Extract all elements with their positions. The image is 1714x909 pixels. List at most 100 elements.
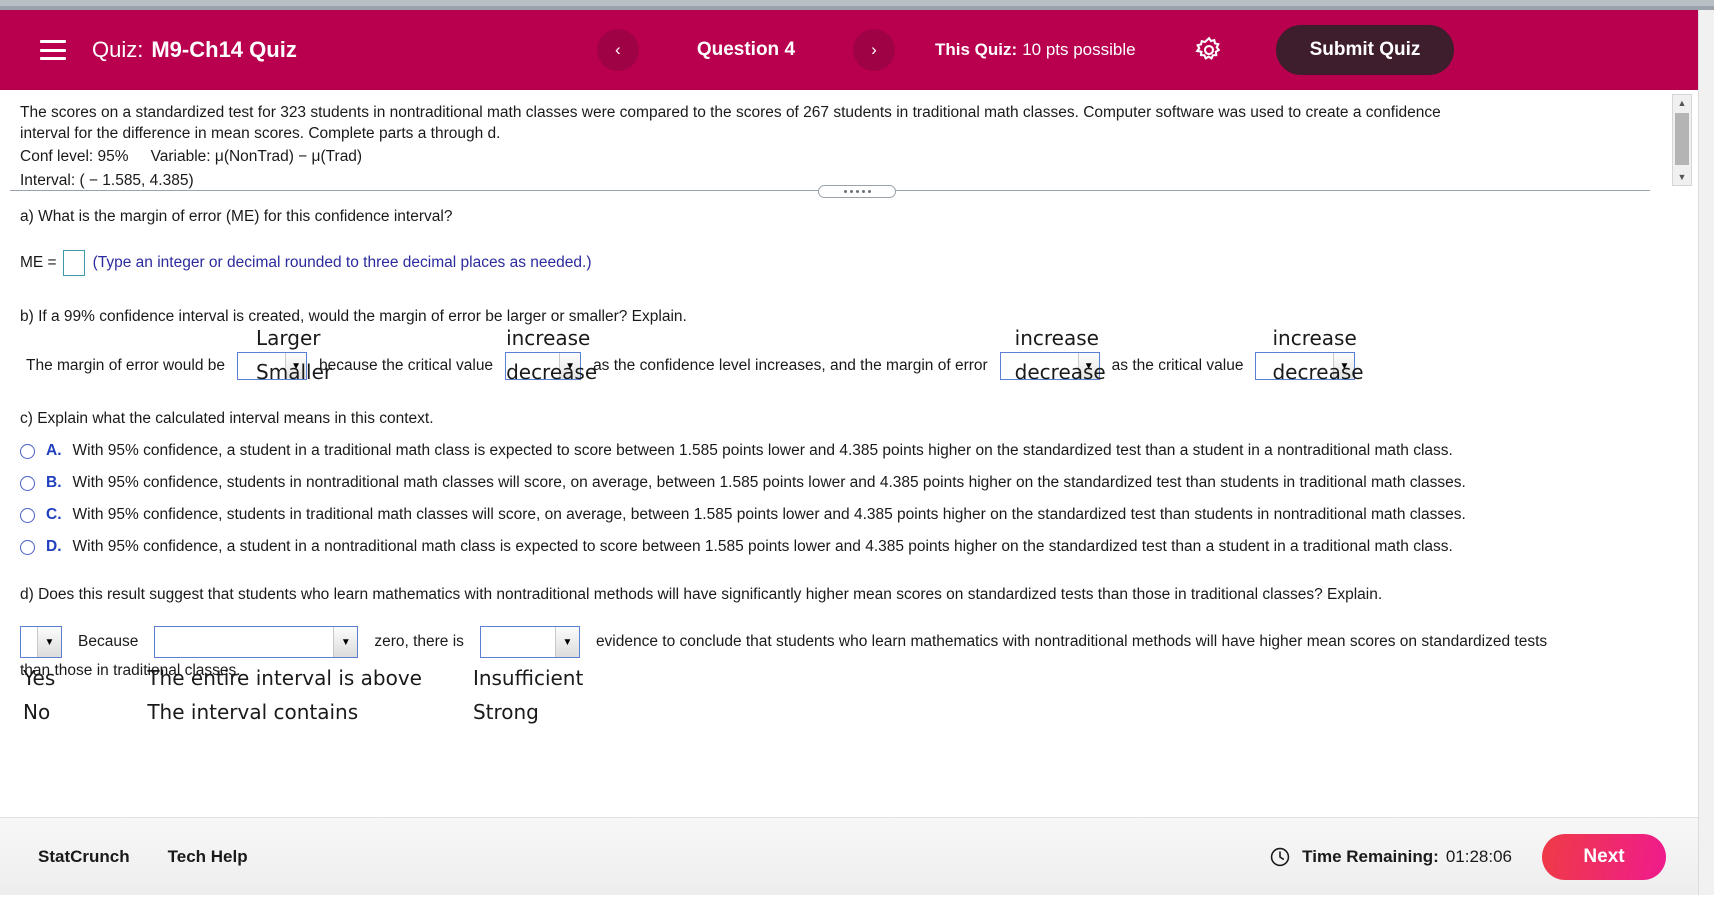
part-b-dropdown-1[interactable]: ▼ Larger Smaller	[237, 326, 332, 384]
part-d-dropdown-3-option-1[interactable]: Strong	[473, 695, 583, 729]
choice-c[interactable]: C. With 95% confidence, students in trad…	[20, 506, 1640, 524]
choice-d-text: With 95% confidence, a student in a nont…	[72, 538, 1453, 555]
part-b-dropdown-2-value	[506, 353, 559, 379]
stem-scroll-thumb[interactable]	[1675, 113, 1689, 165]
chevron-down-icon: ▼	[1333, 353, 1355, 379]
footer-right-group: Time Remaining: 01:28:06 Next	[1269, 833, 1666, 880]
part-d-dropdown-2[interactable]: ▼ The entire interval is above The inter…	[147, 626, 422, 724]
choice-a-letter: A.	[46, 442, 62, 459]
question-body: a) What is the margin of error (ME) for …	[0, 198, 1660, 724]
stem-conf-variable: Conf level: 95% Variable: μ(NonTrad) − μ(…	[20, 146, 1640, 167]
me-label: ME =	[20, 254, 57, 271]
window-bottom-strip	[0, 895, 1714, 909]
choice-a[interactable]: A. With 95% confidence, a student in a t…	[20, 442, 1640, 460]
chevron-down-icon: ▼	[554, 627, 579, 657]
stem-conf-level: Conf level: 95%	[20, 148, 129, 165]
part-c-prompt: c) Explain what the calculated interval …	[20, 410, 434, 427]
part-b-dropdown-1-value	[238, 353, 285, 379]
stem-scroll-up-arrow[interactable]: ▲	[1673, 95, 1691, 111]
previous-question-button[interactable]: ‹	[596, 29, 639, 71]
radio-icon[interactable]	[20, 444, 35, 459]
stem-line-1: The scores on a standardized test for 32…	[20, 104, 1441, 121]
choice-b-letter: B.	[46, 474, 62, 491]
part-b-dropdown-1-option-0[interactable]: Larger	[256, 321, 332, 355]
quiz-title: Quiz: M9-Ch14 Quiz	[92, 37, 297, 63]
submit-quiz-button[interactable]: Submit Quiz	[1275, 25, 1455, 75]
choice-b-text: With 95% confidence, students in nontrad…	[72, 474, 1466, 491]
part-b-dropdown-4-option-0[interactable]: increase	[1272, 321, 1363, 355]
chevron-down-icon: ▼	[333, 627, 358, 657]
choice-b[interactable]: B. With 95% confidence, students in nont…	[20, 474, 1640, 492]
part-b-text-2: because the critical value	[319, 357, 494, 374]
part-d-dropdown-3-value	[481, 627, 555, 657]
part-b-text-3: as the confidence level increases, and t…	[593, 357, 988, 374]
choice-d-letter: D.	[46, 538, 62, 555]
part-d-dropdown-2-value	[155, 627, 333, 657]
window-top-strip	[0, 0, 1714, 10]
next-question-button[interactable]: ›	[853, 29, 896, 71]
part-a-prompt: a) What is the margin of error (ME) for …	[20, 208, 453, 225]
part-a-answer-row: ME = (Type an integer or decimal rounded…	[20, 250, 1640, 276]
clock-icon	[1269, 846, 1291, 868]
panel-resize-handle[interactable]	[818, 185, 896, 198]
choice-c-text: With 95% confidence, students in traditi…	[72, 506, 1466, 523]
stem-scrollbar[interactable]: ▲ ▼	[1672, 94, 1692, 186]
gear-icon[interactable]	[1194, 35, 1224, 65]
part-d-dropdown-1-value	[21, 627, 37, 657]
part-d-text-2: zero, there is	[374, 633, 464, 650]
part-d-dropdown-2-option-1[interactable]: The interval contains	[147, 695, 422, 729]
part-d-dropdown-1[interactable]: ▼ Yes No	[20, 626, 62, 724]
chevron-down-icon: ▼	[37, 627, 61, 657]
current-question-label: Question 4	[696, 39, 796, 60]
stem-scroll-down-arrow[interactable]: ▼	[1673, 169, 1691, 185]
time-remaining-label: Time Remaining:	[1302, 846, 1439, 866]
chevron-down-icon: ▼	[1077, 353, 1099, 379]
part-d-dropdown-3[interactable]: ▼ Insufficient Strong	[473, 626, 583, 724]
time-remaining-value: 01:28:06	[1445, 846, 1512, 866]
part-b-dropdown-3[interactable]: ▼ increase decrease	[999, 326, 1106, 384]
part-d-answer-row: ▼ Yes No Because ▼ The entire interval i…	[20, 626, 1640, 724]
quiz-footer: StatCrunch Tech Help Time Remaining: 01:…	[0, 817, 1698, 895]
part-b-dropdown-3-option-0[interactable]: increase	[1015, 321, 1106, 355]
part-b-prompt: b) If a 99% confidence interval is creat…	[20, 308, 687, 325]
quiz-title-label: Quiz:	[92, 37, 144, 62]
part-d-text-1: Because	[78, 633, 139, 650]
part-b-dropdown-2[interactable]: ▼ increase decrease	[505, 326, 597, 384]
part-b-answer-row: The margin of error would be ▼ Larger Sm…	[20, 326, 1640, 384]
statcrunch-link[interactable]: StatCrunch	[38, 847, 130, 867]
radio-icon[interactable]	[20, 476, 35, 491]
part-a-hint: (Type an integer or decimal rounded to t…	[92, 254, 592, 271]
quiz-title-value: M9-Ch14 Quiz	[151, 37, 297, 62]
radio-icon[interactable]	[20, 540, 35, 555]
choice-c-letter: C.	[46, 506, 62, 523]
part-b-dropdown-4[interactable]: ▼ increase decrease	[1255, 326, 1364, 384]
part-d-dropdown-1-option-1[interactable]: No	[23, 695, 55, 729]
quiz-header: Quiz: M9-Ch14 Quiz ‹ Question 4 › This Qu…	[0, 10, 1714, 90]
problem-statement: The scores on a standardized test for 32…	[0, 90, 1660, 190]
part-d-text-3: evidence to conclude that students who l…	[595, 633, 1548, 650]
chevron-down-icon: ▼	[559, 353, 581, 379]
next-button[interactable]: Next	[1542, 833, 1666, 880]
part-d-prompt: d) Does this result suggest that student…	[20, 586, 1383, 603]
part-b-dropdown-4-value	[1256, 353, 1333, 379]
part-b-text-1: The margin of error would be	[26, 357, 226, 374]
part-d-text-4: than those in traditional classes.	[20, 662, 241, 679]
quiz-page: Quiz: M9-Ch14 Quiz ‹ Question 4 › This Qu…	[0, 0, 1714, 909]
hamburger-icon[interactable]	[40, 40, 66, 60]
quiz-points-label: This Quiz:	[935, 40, 1018, 59]
page-scrollbar[interactable]: ▼	[1698, 10, 1714, 909]
stem-line-2: interval for the difference in mean scor…	[20, 125, 501, 142]
radio-icon[interactable]	[20, 508, 35, 523]
choice-d[interactable]: D. With 95% confidence, a student in a n…	[20, 538, 1640, 556]
part-b-dropdown-3-value	[1001, 353, 1078, 379]
choice-a-text: With 95% confidence, a student in a trad…	[72, 442, 1453, 459]
part-b-dropdown-2-option-0[interactable]: increase	[506, 321, 597, 355]
quiz-points-value: 10 pts possible	[1022, 40, 1136, 59]
chevron-down-icon: ▼	[285, 353, 307, 379]
tech-help-link[interactable]: Tech Help	[168, 847, 248, 867]
quiz-points-info: This Quiz: 10 pts possible	[935, 40, 1136, 60]
window-top-strip-inner	[0, 0, 1714, 6]
me-input[interactable]	[62, 250, 85, 276]
part-b-text-4: as the critical value	[1111, 357, 1244, 374]
stem-variable: Variable: μ(NonTrad) − μ(Trad)	[150, 148, 363, 165]
